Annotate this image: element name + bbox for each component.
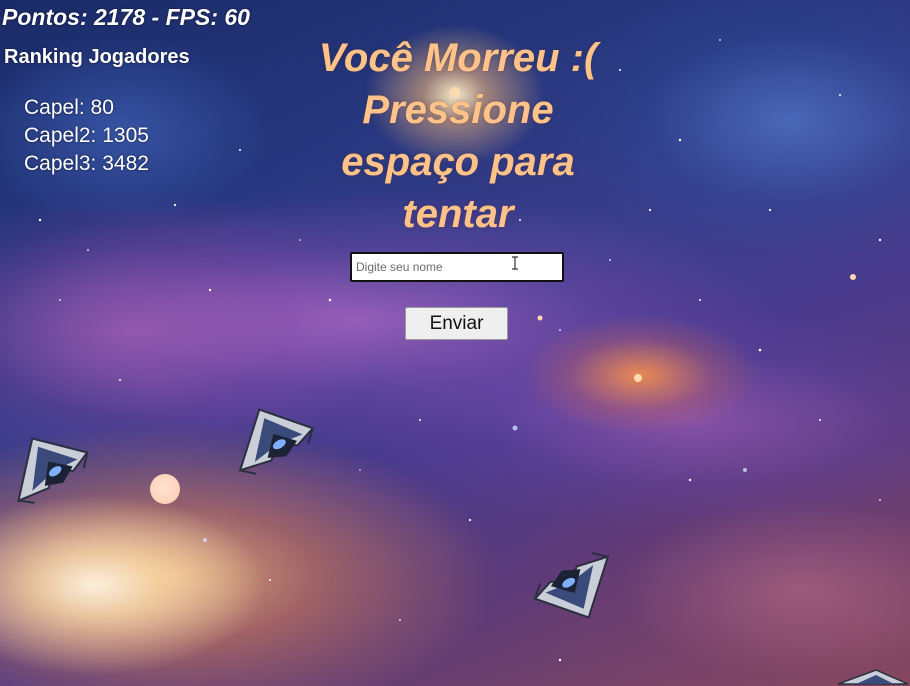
ranking-list: Capel: 80 Capel2: 1305 Capel3: 3482 — [24, 94, 149, 178]
spaceship-icon — [837, 669, 909, 685]
submit-name-button[interactable]: Enviar — [405, 307, 508, 340]
spaceship-icon — [533, 552, 610, 619]
game-over-line: Pressione — [362, 88, 554, 132]
ranking-entry: Capel2: 1305 — [24, 124, 149, 147]
ranking-entry: Capel3: 3482 — [24, 152, 149, 175]
energy-orb — [150, 474, 180, 504]
ranking-entry: Capel: 80 — [24, 96, 114, 119]
player-name-input[interactable] — [350, 252, 564, 282]
game-over-line: espaço para — [341, 140, 575, 184]
game-over-line: Você Morreu :( — [318, 36, 598, 80]
text-cursor-icon — [512, 256, 518, 270]
spaceship-icon — [17, 437, 89, 504]
game-over-line: tentar — [402, 192, 514, 236]
game-over-message: Você Morreu :( Pressione espaço para ten… — [278, 32, 638, 240]
score-fps-display: Pontos: 2178 - FPS: 60 — [2, 4, 250, 30]
spaceship-icon — [238, 408, 315, 475]
game-canvas[interactable]: Pontos: 2178 - FPS: 60 Ranking Jogadores… — [0, 0, 910, 686]
ranking-title: Ranking Jogadores — [4, 46, 190, 68]
